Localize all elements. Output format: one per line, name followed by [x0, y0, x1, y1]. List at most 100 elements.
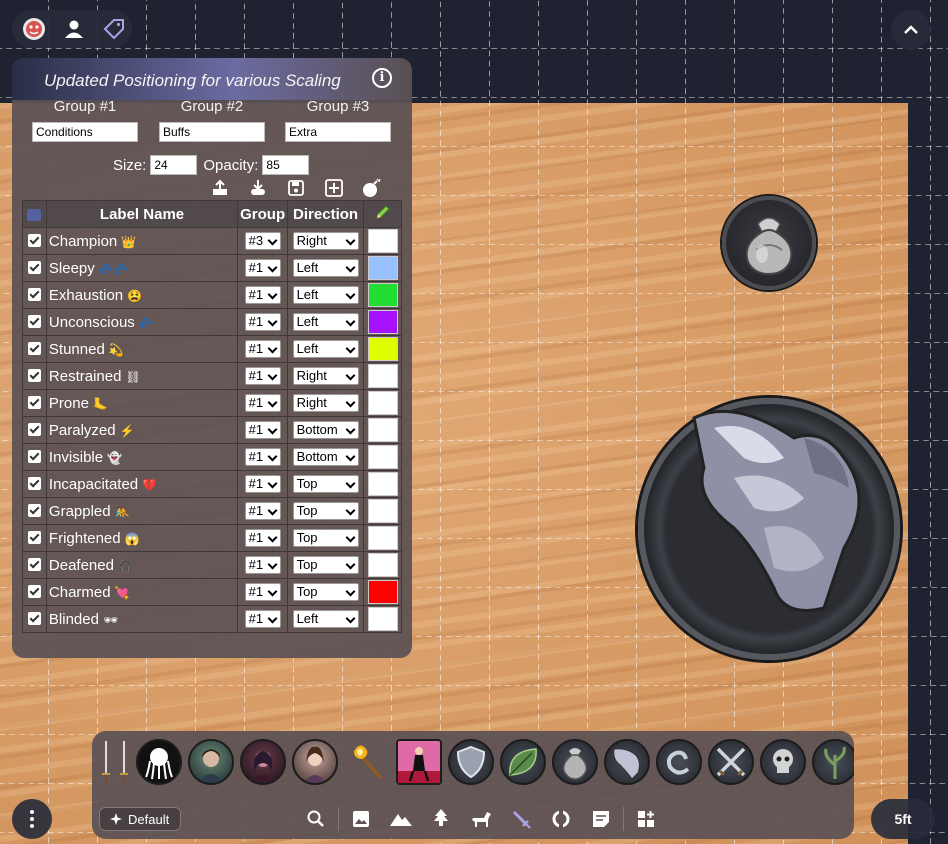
label-name-cell[interactable]: Unconscious 💤: [45, 308, 239, 336]
group-select[interactable]: #1: [244, 609, 281, 628]
horse-icon[interactable]: [461, 807, 501, 831]
group-2-input[interactable]: [159, 122, 265, 142]
note-icon[interactable]: [581, 807, 621, 831]
token-octopus[interactable]: [136, 739, 182, 785]
token-claw[interactable]: [638, 398, 900, 660]
group-select[interactable]: #1: [244, 393, 281, 412]
token-claw-small[interactable]: [604, 739, 650, 785]
color-swatch[interactable]: [367, 256, 398, 280]
color-swatch[interactable]: [367, 364, 398, 388]
size-input[interactable]: [150, 155, 198, 175]
direction-select[interactable]: Left: [292, 609, 359, 628]
row-checkbox[interactable]: [22, 578, 47, 606]
save-icon[interactable]: [286, 179, 306, 197]
row-checkbox[interactable]: [22, 443, 47, 471]
token-shield[interactable]: [448, 739, 494, 785]
add-icon[interactable]: [324, 179, 344, 197]
group-3-input[interactable]: [285, 122, 391, 142]
direction-select[interactable]: Right: [292, 366, 359, 385]
sword-icon[interactable]: [118, 739, 130, 785]
direction-select[interactable]: Top: [292, 582, 359, 601]
menu-button[interactable]: [12, 799, 52, 839]
token-leaf[interactable]: [500, 739, 546, 785]
row-checkbox[interactable]: [22, 308, 47, 336]
token-plant[interactable]: [812, 739, 854, 785]
group-select[interactable]: #1: [244, 474, 281, 493]
row-checkbox[interactable]: [22, 362, 47, 390]
row-checkbox[interactable]: [22, 227, 47, 255]
opacity-input[interactable]: [262, 155, 310, 175]
direction-select[interactable]: Top: [292, 555, 359, 574]
group-select[interactable]: #1: [244, 420, 281, 439]
group-select[interactable]: #1: [244, 285, 281, 304]
dice-icon[interactable]: [20, 15, 48, 43]
group-select[interactable]: #1: [244, 582, 281, 601]
group-select[interactable]: #1: [244, 312, 281, 331]
color-swatch[interactable]: [367, 310, 398, 334]
token-coin-bag[interactable]: [722, 196, 816, 290]
color-swatch[interactable]: [367, 499, 398, 523]
label-name-cell[interactable]: Restrained ⛓: [45, 362, 239, 390]
group-select[interactable]: #1: [244, 258, 281, 277]
circle-icon[interactable]: [541, 807, 581, 831]
sword-icon[interactable]: [501, 807, 541, 831]
label-name-cell[interactable]: Invisible 👻: [45, 443, 239, 471]
label-name-cell[interactable]: Champion 👑: [45, 227, 239, 255]
row-checkbox[interactable]: [22, 281, 47, 309]
color-swatch[interactable]: [367, 580, 398, 604]
color-swatch[interactable]: [367, 526, 398, 550]
color-swatch[interactable]: [367, 418, 398, 442]
direction-select[interactable]: Right: [292, 393, 359, 412]
direction-select[interactable]: Top: [292, 501, 359, 520]
token-torch[interactable]: [344, 739, 390, 785]
collapse-button[interactable]: [891, 10, 931, 50]
widgets-icon[interactable]: [626, 807, 666, 831]
upload-icon[interactable]: [210, 179, 230, 197]
info-icon[interactable]: i: [372, 68, 392, 88]
direction-select[interactable]: Top: [292, 528, 359, 547]
tag-icon[interactable]: [100, 15, 128, 43]
direction-select[interactable]: Left: [292, 258, 359, 277]
direction-select[interactable]: Right: [292, 231, 359, 250]
color-swatch[interactable]: [367, 283, 398, 307]
color-swatch[interactable]: [367, 553, 398, 577]
label-name-cell[interactable]: Stunned 💫: [45, 335, 239, 363]
row-checkbox[interactable]: [22, 551, 47, 579]
image-icon[interactable]: [341, 807, 381, 831]
color-swatch[interactable]: [367, 229, 398, 253]
label-name-cell[interactable]: Blinded 🕶: [45, 605, 239, 633]
token-portrait-2[interactable]: [240, 739, 286, 785]
label-name-cell[interactable]: Deafened 🎧: [45, 551, 239, 579]
direction-select[interactable]: Left: [292, 285, 359, 304]
color-swatch[interactable]: [367, 607, 398, 631]
user-icon[interactable]: [60, 15, 88, 43]
color-swatch[interactable]: [367, 391, 398, 415]
row-checkbox[interactable]: [22, 254, 47, 282]
group-select[interactable]: #1: [244, 501, 281, 520]
color-swatch[interactable]: [367, 445, 398, 469]
pencil-icon[interactable]: [363, 200, 402, 228]
default-layer-button[interactable]: Default: [99, 807, 181, 831]
group-select[interactable]: #1: [244, 528, 281, 547]
bomb-icon[interactable]: [362, 178, 382, 197]
row-checkbox[interactable]: [22, 470, 47, 498]
label-name-cell[interactable]: Charmed 💘: [45, 578, 239, 606]
download-icon[interactable]: [248, 179, 268, 197]
row-checkbox[interactable]: [22, 335, 47, 363]
group-select[interactable]: #1: [244, 339, 281, 358]
row-checkbox[interactable]: [22, 497, 47, 525]
group-select[interactable]: #3: [244, 231, 281, 250]
group-select[interactable]: #1: [244, 555, 281, 574]
direction-select[interactable]: Left: [292, 312, 359, 331]
token-portrait-1[interactable]: [188, 739, 234, 785]
direction-select[interactable]: Left: [292, 339, 359, 358]
color-swatch[interactable]: [367, 337, 398, 361]
group-select[interactable]: #1: [244, 366, 281, 385]
row-checkbox[interactable]: [22, 605, 47, 633]
row-checkbox[interactable]: [22, 389, 47, 417]
label-name-cell[interactable]: Incapacitated 💔: [45, 470, 239, 498]
token-dancer[interactable]: [396, 739, 442, 785]
token-portrait-3[interactable]: [292, 739, 338, 785]
label-name-cell[interactable]: Frightened 😱: [45, 524, 239, 552]
direction-select[interactable]: Top: [292, 474, 359, 493]
